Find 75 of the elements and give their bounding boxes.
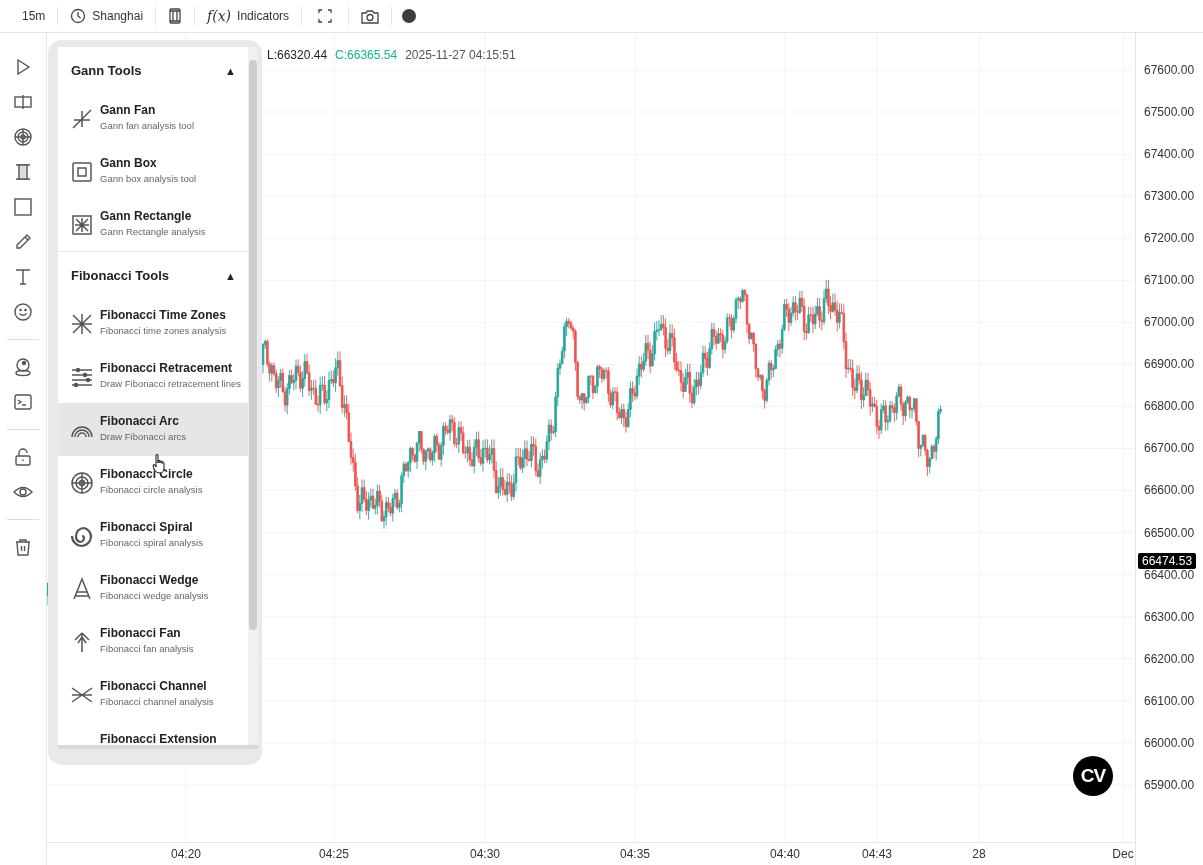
pencil-icon[interactable] (13, 232, 33, 252)
time-label: 04:20 (171, 847, 201, 862)
section-title: Gann Tools (71, 63, 142, 78)
camera-icon[interactable] (361, 8, 380, 24)
trash-icon[interactable] (13, 537, 33, 557)
close-price: C:66365.54 (335, 48, 398, 62)
price-label: 66100.00 (1144, 693, 1196, 708)
price-label: 66300.00 (1144, 609, 1196, 624)
theme-icon[interactable] (402, 9, 417, 23)
fan-lines-icon (70, 107, 94, 131)
fullscreen-icon[interactable] (318, 9, 333, 23)
indicators-button[interactable]: f(x) Indicators (199, 4, 298, 28)
price-label: 66400.00 (1144, 567, 1196, 582)
sliders-icon (70, 365, 94, 389)
collapse-toggle[interactable]: ▲ (225, 64, 236, 77)
time-label: 04:40 (770, 847, 800, 862)
scrollbar-thumb[interactable] (249, 60, 257, 630)
price-label: 67100.00 (1144, 273, 1196, 288)
tool-item[interactable]: Fibonacci Time Zones Fibonacci time zones analysis (58, 297, 248, 350)
tool-item[interactable]: Gann Box Gann box analysis tool (58, 145, 248, 198)
price-label: 66000.00 (1144, 735, 1196, 750)
tool-item[interactable]: Gann Rectangle Gann Rectangle analysis (58, 198, 248, 251)
target-icon[interactable] (13, 127, 33, 147)
time-label: Dec (1112, 847, 1134, 862)
price-label: 67500.00 (1144, 105, 1196, 120)
section-title: Fibonacci Tools (71, 268, 169, 283)
asterisk-icon (70, 312, 94, 336)
tool-item[interactable]: Fibonacci Channel Fibonacci channel analysis (58, 668, 248, 721)
time-label: 04:35 (620, 847, 650, 862)
wedge-icon (70, 577, 94, 601)
split-panel-icon[interactable] (13, 92, 33, 112)
price-label: 67300.00 (1144, 189, 1196, 204)
collapse-toggle[interactable]: ▲ (225, 269, 236, 282)
terminal-icon[interactable] (13, 392, 33, 412)
price-label: 65900.00 (1144, 777, 1196, 792)
pillar-icon[interactable] (13, 162, 33, 182)
nested-square-icon (70, 160, 94, 184)
grid-square-icon (70, 213, 94, 237)
interval-button[interactable]: 15m (14, 5, 54, 27)
tool-item[interactable]: Fibonacci Wedge Fibonacci wedge analysis (58, 562, 248, 615)
time-label: 28 (972, 847, 986, 862)
time-label: 04:43 (862, 847, 892, 862)
price-label: 66700.00 (1144, 441, 1196, 456)
target-icon (70, 471, 94, 495)
spiral-icon (70, 524, 94, 548)
tool-item[interactable]: Fibonacci Arc Draw Fibonacci arcs (58, 403, 248, 456)
price-label: 66800.00 (1144, 399, 1196, 414)
clock-icon (70, 8, 87, 24)
timestamp: 2025-11-27 04:15:51 (405, 48, 516, 62)
tool-item[interactable]: Fibonacci Spiral Fibonacci spiral analysis (58, 509, 248, 562)
price-label: 66600.00 (1144, 483, 1196, 498)
tool-item[interactable]: Fibonacci Extension (58, 721, 248, 745)
time-label: 04:30 (470, 847, 500, 862)
tool-item[interactable]: Fibonacci Circle Fibonacci circle analysis (58, 456, 248, 509)
tool-item[interactable]: Gann Fan Gann fan analysis tool (58, 92, 248, 145)
price-label: 67000.00 (1144, 315, 1196, 330)
low-price: L:66320.44 (267, 48, 328, 62)
price-label: 67200.00 (1144, 231, 1196, 246)
current-price-tag: 66474.53 (1138, 553, 1197, 569)
columns-icon[interactable] (168, 7, 183, 25)
price-label: 67400.00 (1144, 147, 1196, 162)
unlock-icon[interactable] (13, 447, 33, 467)
rectangle-icon[interactable] (13, 197, 33, 217)
smiley-icon[interactable] (13, 302, 33, 322)
price-label: 67600.00 (1144, 63, 1196, 77)
price-label: 66200.00 (1144, 651, 1196, 666)
price-label: 66500.00 (1144, 525, 1196, 540)
time-label: 04:25 (319, 847, 349, 862)
price-label: 66900.00 (1144, 357, 1196, 372)
timezone-button[interactable]: Shanghai (62, 4, 152, 28)
crystal-ball-icon[interactable] (13, 357, 33, 377)
logo: CV (1073, 756, 1113, 796)
tool-item[interactable]: Fibonacci Fan Fibonacci fan analysis (58, 615, 248, 668)
text-icon[interactable] (13, 267, 33, 287)
tool-item[interactable]: Fibonacci Retracement Draw Fibonacci retracement lines (58, 350, 248, 403)
